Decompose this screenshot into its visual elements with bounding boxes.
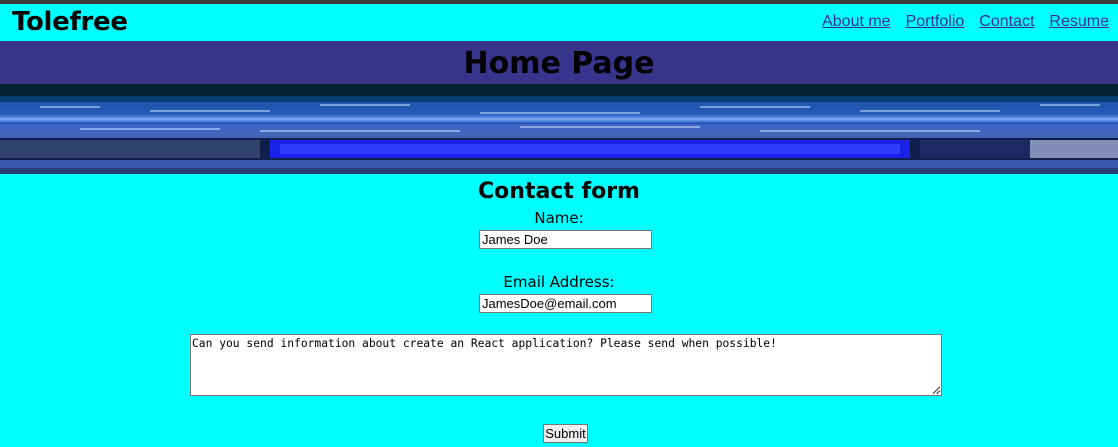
- resize-grip-icon[interactable]: [932, 386, 940, 394]
- contact-section: Contact form Name: Email Address: Can yo…: [0, 174, 1118, 447]
- submit-button[interactable]: Submit: [543, 424, 588, 443]
- message-text: Can you send information about create an…: [192, 337, 777, 350]
- title-bar: Home Page: [0, 41, 1118, 84]
- email-input[interactable]: [479, 294, 652, 313]
- message-textarea[interactable]: Can you send information about create an…: [190, 334, 942, 396]
- navbar: Tolefree About me Portfolio Contact Resu…: [0, 4, 1118, 41]
- email-label: Email Address:: [503, 273, 615, 291]
- name-input[interactable]: [479, 230, 652, 249]
- contact-form-heading: Contact form: [478, 179, 640, 204]
- brand-logo[interactable]: Tolefree: [12, 7, 128, 37]
- nav-link-about-me[interactable]: About me: [822, 13, 890, 31]
- nav-link-contact[interactable]: Contact: [979, 13, 1034, 31]
- nav-link-resume[interactable]: Resume: [1049, 13, 1109, 31]
- name-label: Name:: [534, 209, 584, 227]
- banner-image: [0, 84, 1118, 174]
- page-title: Home Page: [463, 46, 655, 81]
- nav-links: About me Portfolio Contact Resume: [822, 13, 1109, 31]
- nav-link-portfolio[interactable]: Portfolio: [906, 13, 965, 31]
